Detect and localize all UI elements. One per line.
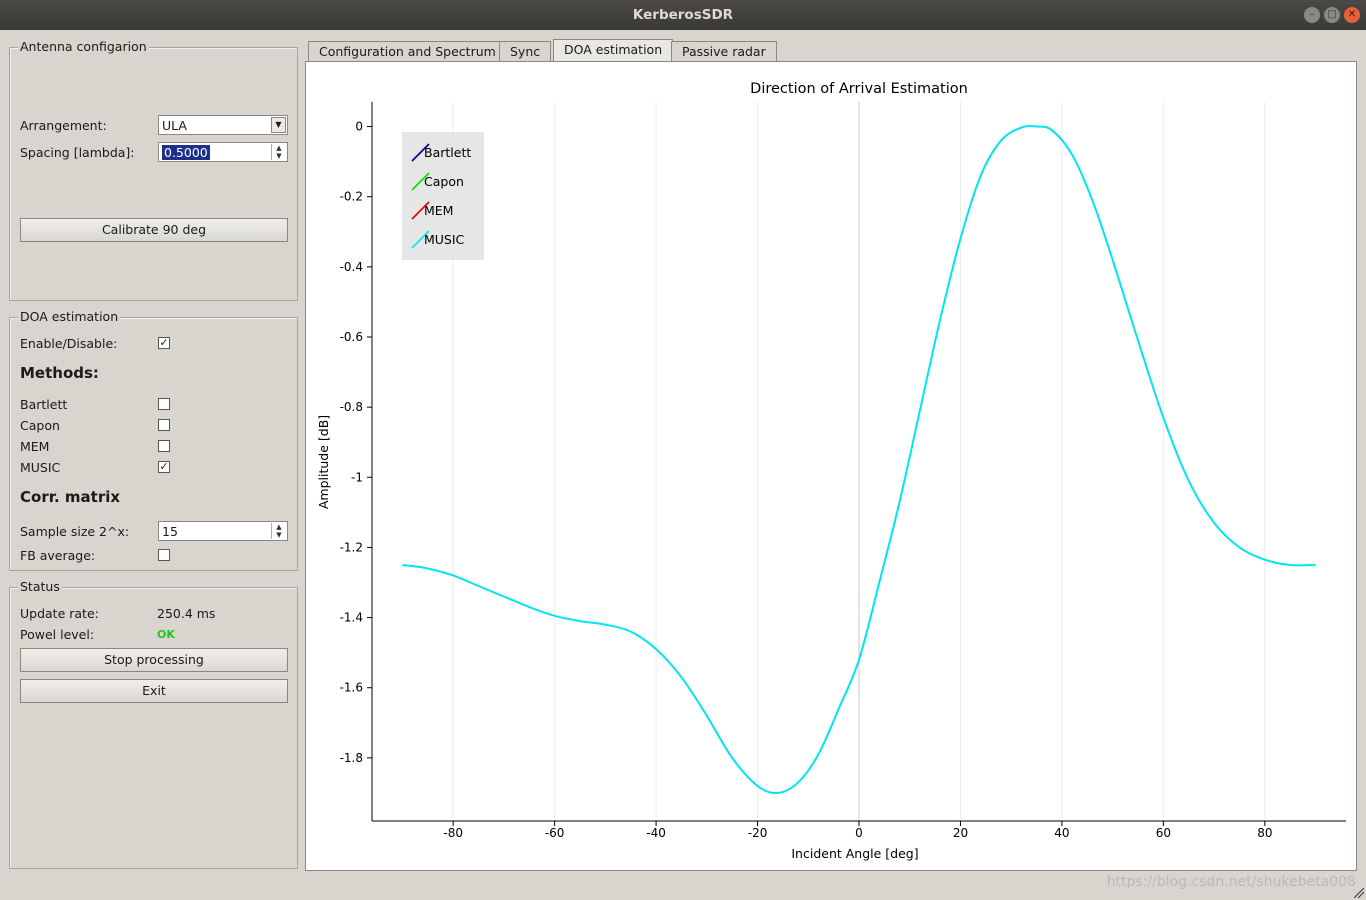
spinner-arrows-icon[interactable]: ▲ ▼ (271, 523, 286, 539)
fb-average-checkbox[interactable] (158, 549, 170, 561)
x-tick-label: 40 (1054, 826, 1069, 840)
power-level-status: OK (157, 628, 175, 641)
x-tick-label: 80 (1257, 826, 1272, 840)
antenna-group-title: Antenna configarion (18, 39, 149, 54)
method-mem-checkbox[interactable] (158, 440, 170, 452)
sample-size-spinbox[interactable]: 15 ▲ ▼ (158, 521, 288, 541)
x-tick-label: 0 (855, 826, 863, 840)
method-bartlett-checkbox[interactable] (158, 398, 170, 410)
enable-checkbox[interactable]: ✓ (158, 337, 170, 349)
arrangement-value: ULA (162, 118, 187, 133)
y-tick-label: -1.2 (340, 540, 363, 554)
corr-matrix-heading: Corr. matrix (20, 488, 121, 506)
arrangement-label: Arrangement: (20, 118, 107, 133)
arrangement-select[interactable]: ULA ▼ (158, 115, 288, 135)
update-rate-value: 250.4 ms (157, 606, 216, 621)
y-tick-label: -1 (351, 470, 363, 484)
update-rate-label: Update rate: (20, 606, 99, 621)
status-group: Status Update rate: 250.4 ms Powel level… (9, 579, 298, 869)
method-mem-label: MEM (20, 439, 50, 454)
x-tick-label: -40 (646, 826, 666, 840)
x-tick-label: 60 (1156, 826, 1171, 840)
doa-tab-pane: Direction of Arrival Estimation -80 -60 -4… (305, 61, 1357, 871)
legend-label-bartlett: Bartlett (424, 145, 471, 160)
doa-estimation-group: DOA estimation Enable/Disable: ✓ Methods… (9, 309, 298, 571)
sample-size-value: 15 (162, 524, 178, 539)
spinner-arrows-icon[interactable]: ▲ ▼ (271, 144, 286, 160)
method-bartlett-label: Bartlett (20, 397, 68, 412)
tab-sync[interactable]: Sync (499, 41, 552, 62)
calibrate-button[interactable]: Calibrate 90 deg (20, 218, 288, 242)
exit-button[interactable]: Exit (20, 679, 288, 703)
spacing-value: 0.5000 (162, 145, 210, 160)
x-axis-label: Incident Angle [deg] (791, 846, 918, 861)
method-music-label: MUSIC (20, 460, 61, 475)
x-tick-label: -80 (443, 826, 463, 840)
sample-size-label: Sample size 2^x: (20, 524, 130, 539)
y-tick-label: -0.4 (340, 260, 363, 274)
fb-average-label: FB average: (20, 548, 96, 563)
y-tick-label: -1.8 (340, 751, 363, 765)
title-bar: KerberosSDR – □ ✕ (0, 0, 1366, 30)
method-capon-label: Capon (20, 418, 60, 433)
close-icon[interactable]: ✕ (1344, 7, 1360, 23)
enable-label: Enable/Disable: (20, 336, 118, 351)
resize-grip-icon[interactable] (1354, 888, 1364, 898)
maximize-icon[interactable]: □ (1324, 7, 1340, 23)
y-tick-label: -1.6 (340, 681, 363, 695)
legend-label-capon: Capon (424, 174, 464, 189)
x-tick-label: 20 (953, 826, 968, 840)
methods-heading: Methods: (20, 364, 99, 382)
legend-label-music: MUSIC (424, 232, 465, 247)
doa-group-title: DOA estimation (18, 309, 121, 324)
y-tick-label: -0.8 (340, 400, 363, 414)
power-level-label: Powel level: (20, 627, 95, 642)
tab-configuration-spectrum[interactable]: Configuration and Spectrum (308, 41, 507, 62)
doa-chart: Direction of Arrival Estimation -80 -60 -4… (316, 81, 1346, 861)
method-capon-checkbox[interactable] (158, 419, 170, 431)
chart-title: Direction of Arrival Estimation (750, 81, 968, 97)
y-tick-label: -1.4 (340, 611, 363, 625)
watermark-text: https://blog.csdn.net/shukebeta008 (1106, 874, 1356, 890)
window-title: KerberosSDR (632, 7, 734, 23)
y-tick-label: -0.2 (340, 190, 363, 204)
spacing-spinbox[interactable]: 0.5000 ▲ ▼ (158, 142, 288, 162)
method-music-checkbox[interactable]: ✓ (158, 461, 170, 473)
legend-label-mem: MEM (424, 203, 453, 218)
tab-doa-estimation[interactable]: DOA estimation (553, 39, 674, 61)
x-tick-label: -60 (545, 826, 565, 840)
y-tick-label: 0 (355, 120, 363, 134)
antenna-config-group: Antenna configarion Arrangement: ULA ▼ S… (9, 39, 298, 301)
spacing-label: Spacing [lambda]: (20, 145, 135, 160)
y-tick-label: -0.6 (340, 330, 363, 344)
x-tick-label: -20 (748, 826, 768, 840)
chart-legend: Bartlett Capon MEM MUSIC (402, 132, 484, 260)
tab-passive-radar[interactable]: Passive radar (671, 41, 777, 62)
chevron-down-icon[interactable]: ▼ (271, 117, 286, 133)
stop-processing-button[interactable]: Stop processing (20, 648, 288, 672)
y-axis-label: Amplitude [dB] (316, 415, 331, 509)
minimize-icon[interactable]: – (1304, 7, 1320, 23)
status-group-title: Status (18, 579, 62, 594)
